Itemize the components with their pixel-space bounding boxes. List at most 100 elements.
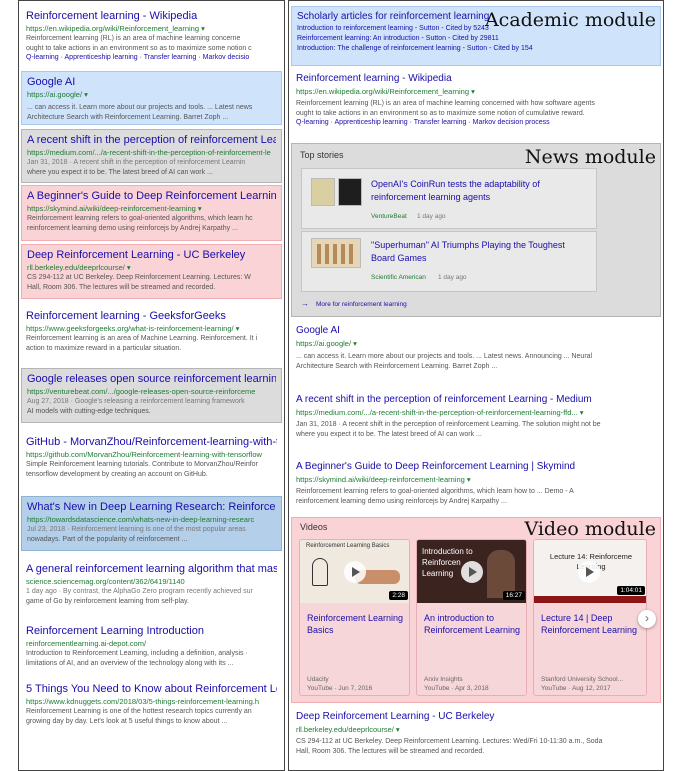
- chevron-right-icon[interactable]: ›: [638, 610, 656, 628]
- result-title[interactable]: Reinforcement Learning Introduction: [26, 624, 277, 638]
- result-url[interactable]: https://ai.google/ ▾: [27, 89, 276, 100]
- video-card[interactable]: Reinforcement Learning Basics 2:28 Reinf…: [299, 539, 410, 696]
- video-meta: YouTube · Aug 12, 2017: [541, 685, 611, 692]
- result-title[interactable]: Deep Reinforcement Learning - UC Berkele…: [296, 710, 656, 724]
- result-title[interactable]: Google AI: [296, 324, 656, 338]
- result-snippet: Hall, Room 306. The lectures will be str…: [296, 747, 485, 755]
- result-title[interactable]: A general reinforcement learning algorit…: [26, 562, 277, 576]
- result-snippet: ... can access it. Learn more about our …: [296, 353, 593, 360]
- result-snippet: ought to take actions in an environment …: [26, 44, 252, 52]
- video-thumbnail[interactable]: Introduction to Reinforcen Learning 16:2…: [417, 540, 526, 603]
- result-title[interactable]: Reinforcement learning - Wikipedia: [296, 72, 656, 86]
- result-title[interactable]: Google releases open source reinforcemen…: [27, 372, 276, 386]
- result-title[interactable]: Reinforcement learning - Wikipedia: [26, 9, 277, 23]
- video-channel: Udacity: [307, 676, 329, 683]
- videos-heading: Videos: [300, 522, 328, 532]
- news-module-label: News module: [524, 146, 656, 168]
- news-story-title[interactable]: "Superhuman" AI Triumphs Playing the Tou…: [371, 239, 586, 265]
- news-story[interactable]: OpenAI's CoinRun tests the adaptability …: [301, 168, 597, 229]
- video-title[interactable]: Lecture 14 | Deep Reinforcement Learning: [541, 612, 641, 636]
- result-title[interactable]: 5 Things You Need to Know about Reinforc…: [26, 682, 277, 696]
- left-results-panel: Reinforcement learning - Wikipedia https…: [18, 0, 285, 771]
- result-url[interactable]: https://en.wikipedia.org/wiki/Reinforcem…: [296, 86, 656, 97]
- video-card[interactable]: Introduction to Reinforcen Learning 16:2…: [416, 539, 527, 696]
- result-snippet: ... can access it. Learn more about our …: [27, 104, 253, 111]
- result-url[interactable]: rll.berkeley.edu/deeprlcourse/ ▾: [296, 724, 656, 735]
- video-title[interactable]: An introduction to Reinforcement Learnin…: [424, 612, 524, 636]
- result-title[interactable]: A recent shift in the perception of rein…: [296, 393, 656, 407]
- video-thumb-text: Reinforcement Learning Basics: [306, 543, 390, 549]
- result-towardsdatascience: What's New in Deep Learning Research: Re…: [21, 496, 282, 551]
- news-thumbnail: [338, 178, 362, 206]
- video-duration: 16:27: [502, 591, 525, 600]
- result-wikipedia: Reinforcement learning - Wikipedia https…: [291, 69, 661, 131]
- result-berkeley: Deep Reinforcement Learning - UC Berkele…: [291, 707, 661, 765]
- result-url[interactable]: https://towardsdatascience.com/whats-new…: [27, 514, 276, 525]
- video-thumbnail[interactable]: Reinforcement Learning Basics 2:28: [300, 540, 409, 603]
- result-title[interactable]: Reinforcement learning - GeeksforGeeks: [26, 309, 277, 323]
- result-title[interactable]: What's New in Deep Learning Research: Re…: [27, 500, 276, 514]
- result-url[interactable]: https://www.geeksforgeeks.org/what-is-re…: [26, 323, 277, 334]
- result-date: Jan 31, 2018 · A recent shift in the per…: [27, 159, 246, 166]
- video-meta: YouTube · Apr 3, 2018: [424, 685, 489, 692]
- result-snippet: CS 294-112 at UC Berkeley. Deep Reinforc…: [296, 738, 603, 745]
- news-source: VentureBeat: [371, 213, 407, 220]
- arrow-right-icon[interactable]: →: [301, 299, 309, 308]
- video-module-label: Video module: [524, 518, 656, 540]
- result-snippet: Simple Reinforcement learning tutorials.…: [26, 461, 258, 468]
- result-title[interactable]: A Beginner's Guide to Deep Reinforcement…: [27, 189, 276, 203]
- result-snippet: Hall, Room 306. The lectures will be str…: [27, 283, 216, 291]
- result-title[interactable]: A recent shift in the perception of rein…: [27, 133, 276, 147]
- result-google-ai: Google AI https://ai.google/ ▾ ... can a…: [291, 321, 661, 376]
- result-title[interactable]: A Beginner's Guide to Deep Reinforcement…: [296, 460, 656, 474]
- news-thumbnail: [311, 178, 335, 206]
- result-sitelinks[interactable]: Q-learning · Apprenticeship learning · T…: [26, 53, 277, 63]
- result-kdnuggets: 5 Things You Need to Know about Reinforc…: [21, 679, 282, 735]
- video-channel: Stanford University School...: [541, 676, 624, 683]
- result-url[interactable]: https://venturebeat.com/.../google-relea…: [27, 386, 276, 397]
- result-url[interactable]: https://en.wikipedia.org/wiki/Reinforcem…: [26, 23, 277, 34]
- result-berkeley: Deep Reinforcement Learning - UC Berkele…: [21, 244, 282, 299]
- result-snippet: Reinforcement learning is an area of Mac…: [26, 335, 258, 342]
- news-story[interactable]: "Superhuman" AI Triumphs Playing the Tou…: [301, 231, 597, 292]
- video-meta: YouTube · Jun 7, 2016: [307, 685, 373, 692]
- result-url[interactable]: reinforcementlearning.ai-depot.com/: [26, 638, 277, 649]
- result-url[interactable]: science.sciencemag.org/content/362/6419/…: [26, 576, 277, 587]
- result-url[interactable]: https://ai.google/ ▾: [296, 338, 656, 349]
- result-url[interactable]: https://medium.com/.../a-recent-shift-in…: [27, 147, 276, 158]
- academic-module-label: Academic module: [484, 9, 656, 31]
- result-snippet: limitations of AI, and an overview of th…: [26, 659, 234, 667]
- result-url[interactable]: https://medium.com/.../a-recent-shift-in…: [296, 407, 656, 418]
- result-snippet: ought to take actions in an environment …: [296, 109, 585, 117]
- video-duration: 2:28: [389, 591, 408, 600]
- result-title[interactable]: GitHub - MorvanZhou/Reinforcement-learni…: [26, 435, 277, 449]
- news-more-link[interactable]: More for reinforcement learning: [316, 301, 407, 308]
- result-medium: A recent shift in the perception of rein…: [21, 129, 282, 183]
- result-skymind: A Beginner's Guide to Deep Reinforcement…: [21, 185, 282, 241]
- result-url[interactable]: https://skymind.ai/wiki/deep-reinforceme…: [296, 474, 656, 485]
- result-title[interactable]: Google AI: [27, 75, 276, 89]
- news-story-title[interactable]: OpenAI's CoinRun tests the adaptability …: [371, 178, 561, 204]
- video-title[interactable]: Reinforcement Learning Basics: [307, 612, 407, 636]
- video-module: Videos Video module Reinforcement Learni…: [291, 517, 661, 703]
- result-sitelinks[interactable]: Q-learning · Apprenticeship learning · T…: [296, 118, 656, 128]
- video-thumbnail[interactable]: Lecture 14: Reinforceme Learning 1:04:01: [534, 540, 646, 603]
- result-snippet: game of Go by reinforcement learning fro…: [26, 598, 189, 605]
- result-medium: A recent shift in the perception of rein…: [291, 390, 661, 446]
- result-skymind: A Beginner's Guide to Deep Reinforcement…: [291, 457, 661, 515]
- result-github: GitHub - MorvanZhou/Reinforcement-learni…: [21, 432, 282, 486]
- news-thumbnail: [311, 238, 361, 268]
- result-url[interactable]: https://skymind.ai/wiki/deep-reinforceme…: [27, 203, 276, 214]
- result-url[interactable]: rll.berkeley.edu/deeprlcourse/ ▾: [27, 262, 276, 273]
- academic-row[interactable]: Reinforcement learning: An introduction …: [297, 34, 655, 44]
- result-snippet: nowadays. Part of the popularity of rein…: [27, 536, 188, 543]
- result-url[interactable]: https://github.com/MorvanZhou/Reinforcem…: [26, 449, 277, 460]
- result-title[interactable]: Deep Reinforcement Learning - UC Berkele…: [27, 248, 276, 262]
- result-ai-depot: Reinforcement Learning Introduction rein…: [21, 621, 282, 676]
- play-icon[interactable]: [461, 561, 483, 583]
- result-url[interactable]: https://www.kdnuggets.com/2018/03/5-thin…: [26, 696, 277, 707]
- play-icon[interactable]: [578, 561, 600, 583]
- academic-row[interactable]: Introduction: The challenge of reinforce…: [297, 44, 655, 54]
- video-card[interactable]: Lecture 14: Reinforceme Learning 1:04:01…: [533, 539, 647, 696]
- play-icon[interactable]: [344, 561, 366, 583]
